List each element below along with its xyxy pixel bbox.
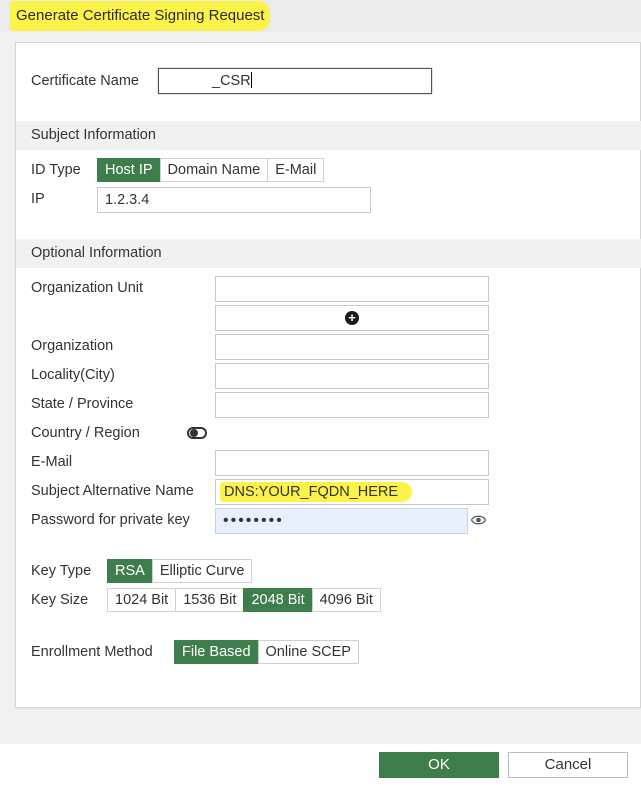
ip-label: IP [31,191,45,207]
id-type-domain-name[interactable]: Domain Name [159,158,269,182]
dialog-title: Generate Certificate Signing Request [10,1,271,31]
key-type-selector: RSA Elliptic Curve [107,559,253,583]
key-type-elliptic-curve[interactable]: Elliptic Curve [151,559,253,583]
ok-button[interactable]: OK [379,752,499,778]
state-province-label: State / Province [31,396,134,412]
private-key-password-input[interactable]: •••••••• [215,508,468,534]
key-size-4096[interactable]: 4096 Bit [311,588,381,612]
country-region-toggle-icon[interactable] [187,427,207,439]
organization-unit-label: Organization Unit [31,280,144,296]
plus-circle-icon: + [345,311,359,325]
enrollment-online-scep[interactable]: Online SCEP [257,640,359,664]
ip-value: 1.2.3.4 [105,192,150,208]
key-type-label: Key Type [31,563,92,579]
id-type-email[interactable]: E-Mail [267,158,325,182]
certificate-name-label: Certificate Name [31,73,139,89]
id-type-host-ip[interactable]: Host IP [97,158,161,182]
subject-information-heading: Subject Information [16,121,641,150]
text-cursor [250,72,252,88]
enrollment-file-based[interactable]: File Based [174,640,259,664]
certificate-name-input[interactable]: _CSR [158,68,432,94]
subject-alternative-name-value: DNS:YOUR_FQDN_HERE [220,482,413,502]
dialog-title-bar: Generate Certificate Signing Request [0,0,641,32]
key-size-label: Key Size [31,592,89,608]
state-province-input[interactable] [215,392,489,418]
organization-label: Organization [31,338,114,354]
id-type-label: ID Type [31,162,81,178]
certificate-name-value: _CSR [212,73,251,89]
enrollment-method-selector: File Based Online SCEP [174,640,359,664]
id-type-selector: Host IP Domain Name E-Mail [97,158,325,182]
dialog-footer: OK Cancel [0,744,641,786]
organization-input[interactable] [215,334,489,360]
country-region-label: Country / Region [31,425,140,441]
email-label: E-Mail [31,454,73,470]
subject-alternative-name-label: Subject Alternative Name [31,483,194,499]
ip-input[interactable]: 1.2.3.4 [97,187,371,213]
subject-alternative-name-input[interactable]: DNS:YOUR_FQDN_HERE [215,479,489,505]
locality-input[interactable] [215,363,489,389]
locality-label: Locality(City) [31,367,115,383]
optional-information-heading: Optional Information [16,239,641,268]
add-organization-unit-button[interactable]: + [215,305,489,331]
key-size-2048[interactable]: 2048 Bit [243,588,313,612]
cancel-button[interactable]: Cancel [508,752,628,778]
enrollment-method-label: Enrollment Method [31,644,153,660]
key-size-1536[interactable]: 1536 Bit [175,588,245,612]
key-size-1024[interactable]: 1024 Bit [107,588,177,612]
dialog-panel: Certificate Name _CSR Subject Informatio… [15,42,641,708]
key-size-selector: 1024 Bit 1536 Bit 2048 Bit 4096 Bit [107,588,381,612]
key-type-rsa[interactable]: RSA [107,559,153,583]
private-key-password-value: •••••••• [223,512,284,529]
email-input[interactable] [215,450,489,476]
private-key-password-label: Password for private key [31,512,190,528]
organization-unit-input[interactable] [215,276,489,302]
eye-icon[interactable] [471,514,486,526]
